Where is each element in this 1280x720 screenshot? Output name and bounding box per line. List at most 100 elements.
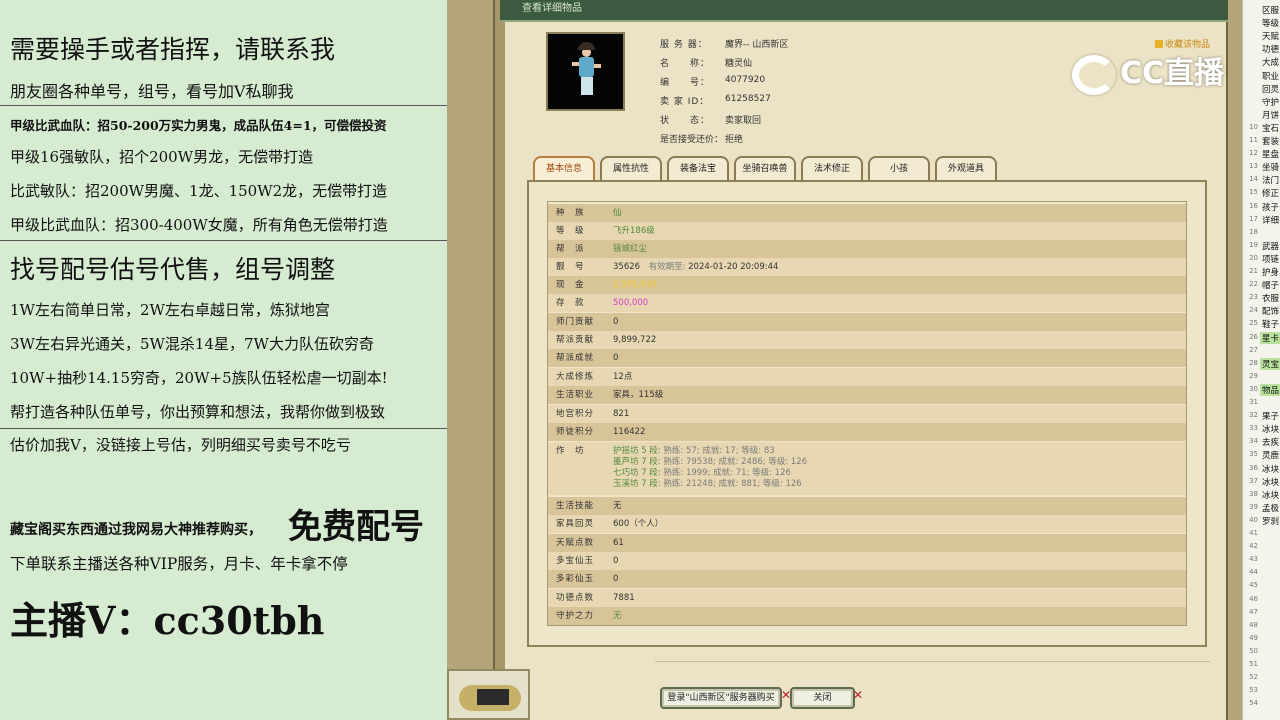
sidebar-line-number: 49 — [1249, 633, 1258, 642]
close-icon[interactable]: ✕ — [853, 688, 863, 702]
sidebar-item[interactable]: 冰块 — [1262, 423, 1279, 435]
bargain-label: 是否接受还价： — [660, 135, 724, 145]
sidebar-item[interactable]: 法门 — [1262, 174, 1279, 186]
sidebar-line-number: 27 — [1249, 345, 1258, 354]
sidebar-item[interactable]: 孟极 — [1262, 502, 1279, 514]
promo-line: 比武敏队：招200W男魔、1龙、150W2龙，无偿带打造 — [10, 182, 388, 200]
sidebar-item[interactable]: 物品 — [1262, 384, 1279, 396]
character-portrait — [546, 32, 625, 111]
table-row: 靓 号 35626 有效期至: 2024-01-20 20:09:44 — [548, 258, 1186, 276]
divider — [655, 661, 1210, 662]
table-row: 天赋点数 61 — [548, 534, 1186, 552]
login-server-buy-button[interactable]: 登录"山西新区"服务器购买 — [660, 687, 782, 709]
stream-thumbnail — [447, 669, 530, 720]
sidebar-item[interactable]: 鞋子 — [1262, 318, 1279, 330]
promo-line: 估价加我V，没链接上号估，列明细买号卖号不吃亏 — [10, 436, 351, 454]
sidebar-line-number: 34 — [1249, 437, 1258, 446]
sidebar-item[interactable]: 大成 — [1262, 56, 1279, 68]
cc-live-logo: CC直播 — [1072, 48, 1224, 95]
sidebar-item[interactable]: 宝石 — [1262, 122, 1279, 134]
sidebar-line-number: 42 — [1249, 542, 1258, 551]
sidebar-item[interactable]: 冰块 — [1262, 463, 1279, 475]
table-row: 多宝仙玉 0 — [548, 552, 1186, 570]
sidebar-line-number: 33 — [1249, 424, 1258, 433]
sidebar-item[interactable]: 修正 — [1262, 187, 1279, 199]
sidebar-item[interactable]: 冰块 — [1262, 476, 1279, 488]
sidebar-line-number: 46 — [1249, 594, 1258, 603]
close-button[interactable]: 关闭 — [790, 687, 855, 709]
sidebar-item[interactable]: 星盘 — [1262, 148, 1279, 160]
sidebar-item[interactable]: 去疾 — [1262, 436, 1279, 448]
tab-mounts-summons[interactable]: 坐骑召唤兽 — [734, 156, 796, 180]
tab-equipment[interactable]: 装备法宝 — [667, 156, 729, 180]
sidebar-line-number: 50 — [1249, 646, 1258, 655]
table-row: 生活技能无 — [548, 497, 1186, 515]
table-row: 多彩仙玉 0 — [548, 570, 1186, 588]
sidebar-item[interactable]: 套装 — [1262, 135, 1279, 147]
tab-basic-info[interactable]: 基本信息 — [533, 156, 595, 180]
tab-children[interactable]: 小孩 — [868, 156, 930, 180]
sidebar-item[interactable]: 等级 — [1262, 17, 1279, 29]
sidebar-item[interactable]: 星卡 — [1262, 332, 1279, 344]
sidebar-item[interactable]: 职业 — [1262, 70, 1279, 82]
sidebar-item[interactable]: 回灵 — [1262, 83, 1279, 95]
sidebar-line-number: 29 — [1249, 371, 1258, 380]
sidebar-line-number: 44 — [1249, 568, 1258, 577]
sidebar-line-number: 36 — [1249, 463, 1258, 472]
promo-line: 需要操手或者指挥，请联系我 — [10, 35, 336, 64]
sidebar-item[interactable]: 天赋 — [1262, 30, 1279, 42]
window-title: 查看详细物品 — [500, 0, 1228, 22]
sidebar-line-number: 51 — [1249, 660, 1258, 668]
sidebar-item[interactable]: 冰块 — [1262, 489, 1279, 501]
sidebar-item[interactable]: 守护 — [1262, 96, 1279, 108]
seller-label: 卖 家 ID： — [660, 97, 710, 107]
sidebar-line-number: 54 — [1249, 699, 1258, 708]
name-value: 糖灵仙 — [725, 59, 753, 69]
table-row: 功德点数 7881 — [548, 589, 1186, 607]
star-icon — [1155, 40, 1163, 48]
seller-value: 61258527 — [725, 94, 771, 104]
tab-spell-correction[interactable]: 法术修正 — [801, 156, 863, 180]
sidebar-line-number: 28 — [1249, 358, 1258, 367]
promo-line: 下单联系主播送各种VIP服务，月卡、年卡拿不停 — [10, 555, 348, 573]
sidebar-item[interactable]: 灵鹿 — [1262, 449, 1279, 461]
sidebar-line-number: 11 — [1249, 136, 1258, 144]
sidebar-item[interactable]: 项链 — [1262, 253, 1279, 265]
sidebar-line-number: 37 — [1249, 476, 1258, 485]
sidebar-line-number: 53 — [1249, 686, 1258, 695]
sidebar-item[interactable]: 孩子 — [1262, 201, 1279, 213]
sidebar-item[interactable]: 月饼 — [1262, 109, 1279, 121]
sidebar-line-number: 41 — [1249, 529, 1258, 537]
tab-appearance[interactable]: 外观道具 — [935, 156, 997, 180]
sidebar-item[interactable]: 详细 — [1262, 214, 1279, 226]
sidebar-item[interactable]: 武器 — [1262, 240, 1279, 252]
table-row: 存 款 500,000 — [548, 294, 1186, 312]
sidebar-line-number: 43 — [1249, 555, 1258, 564]
promo-highlight: 免费配号 — [288, 507, 424, 547]
promo-line: 帮打造各种队伍单号，你出预算和想法，我帮你做到极致 — [10, 403, 386, 421]
streamer-contact: 主播V：cc30tbh — [10, 598, 325, 643]
sidebar-item[interactable]: 区服 — [1262, 4, 1279, 16]
bargain-value: 拒绝 — [725, 135, 744, 145]
sidebar-item[interactable]: 灵宝 — [1262, 358, 1279, 370]
sidebar-item[interactable]: 护身 — [1262, 266, 1279, 278]
cc-logo-icon — [1072, 54, 1116, 95]
promo-line: 3W左右异光通关，5W混杀14星，7W大力队伍砍穷奇 — [10, 335, 374, 353]
sidebar-line-number: 15 — [1249, 188, 1258, 197]
sidebar-item[interactable]: 衣服 — [1262, 292, 1279, 304]
status-value: 卖家取回 — [725, 116, 762, 126]
sidebar-item[interactable]: 罗刹 — [1262, 515, 1279, 527]
sidebar-item[interactable]: 帽子 — [1262, 279, 1279, 291]
status-label: 状 态： — [660, 116, 711, 126]
sidebar-item[interactable]: 坐骑 — [1262, 161, 1279, 173]
sidebar-item[interactable]: 果子 — [1262, 410, 1279, 422]
promo-line: 1W左右简单日常，2W左右卓越日常，炼狱地宫 — [10, 301, 330, 319]
tab-attributes[interactable]: 属性抗性 — [600, 156, 662, 180]
table-row: 家具回灵 600（个人） — [548, 515, 1186, 533]
sidebar-item[interactable]: 功德 — [1262, 43, 1279, 55]
sidebar-line-number: 16 — [1249, 201, 1258, 210]
sidebar-item[interactable]: 配饰 — [1262, 305, 1279, 317]
promo-line: 甲级16强敏队，招个200W男龙，无偿带打造 — [10, 148, 314, 166]
sidebar-line-number: 14 — [1249, 175, 1258, 184]
sidebar-line-number: 24 — [1249, 306, 1258, 315]
